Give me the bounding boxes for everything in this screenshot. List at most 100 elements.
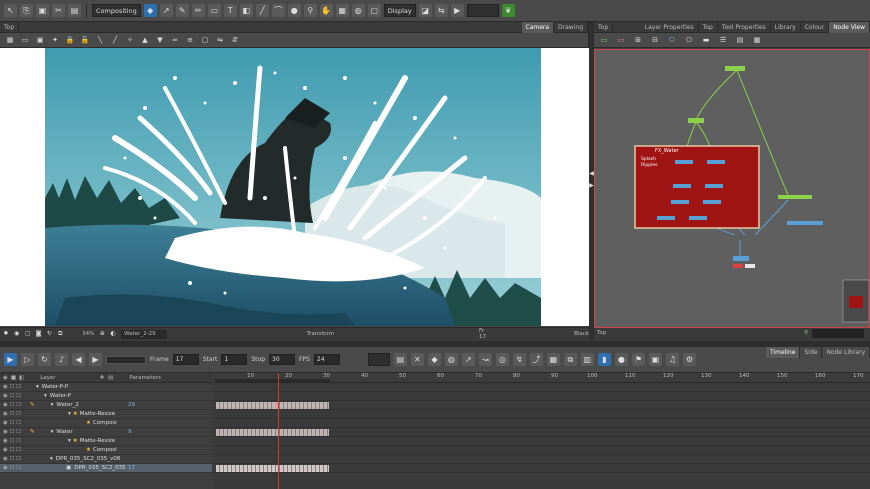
pencil-tool-icon[interactable]: ✏ [191,4,205,17]
tab-layer-properties[interactable]: Layer Properties [641,21,699,33]
add-layer-icon[interactable]: ▤ [393,353,407,366]
tab-top[interactable]: Top [699,21,718,33]
color-swatch-select[interactable] [466,4,499,17]
layer-toggle-icons[interactable]: ◉ ☐ ☐ [0,384,28,390]
collapse-arrow-icon[interactable]: ▾ [68,438,71,444]
layer-toggle-icons[interactable]: ◉ ☐ ☐ [0,411,28,417]
sound-icon[interactable]: ♪ [55,353,68,366]
text-tool-icon[interactable]: T [223,4,237,17]
select-tool-icon[interactable]: ◆ [143,4,157,17]
tab-node-library[interactable]: Node Library [822,347,870,358]
frame-row[interactable] [215,410,870,419]
layer-value[interactable]: 17 [128,465,135,471]
node-item[interactable] [671,200,689,204]
layer-row[interactable]: ◉ ☐ ☐ ✎ ▾ Water 9 [0,428,212,437]
add-drawing-layer-icon[interactable]: ✚ [100,375,105,381]
marker-icon[interactable]: ● [614,353,628,366]
pen-icon[interactable]: ╲ [95,35,105,45]
timeline-frames[interactable]: 10 20 30 40 50 60 70 80 90 100 110 120 1… [215,373,870,489]
layer-row[interactable]: ◉ ☐ ☐ ▾ ★ Matte-Resize [0,437,212,446]
ease-out-icon[interactable]: ↯ [512,353,526,366]
peg-node[interactable] [725,66,745,71]
light-bulb-icon[interactable]: ✹ [3,330,9,338]
node-graph-canvas[interactable]: FX_Water Splash Ripples [594,49,870,328]
solo-header-icon[interactable]: ◧ [19,375,24,381]
collapse-arrow-icon[interactable]: ▾ [44,393,47,399]
onion-icon[interactable]: ◍ [444,353,458,366]
tab-timeline[interactable]: Timeline [765,347,801,358]
onion-skin-icon[interactable]: ◍ [351,4,365,17]
layer-row[interactable]: ◉ ☐ ☐ ★ Composi [0,419,212,428]
layer-value[interactable]: 9 [128,429,132,435]
display-node[interactable] [733,264,743,268]
audio-icon[interactable]: ♫ [665,353,679,366]
camera-icon[interactable]: ◙ [36,330,42,338]
align-icon[interactable]: ═ [170,35,180,45]
node-item[interactable] [689,216,707,220]
visibility-header-icon[interactable]: ◉ [3,375,8,381]
paint-bucket-icon[interactable]: ◧ [239,4,253,17]
flip-icon[interactable]: ⇆ [434,4,448,17]
pin-icon[interactable]: ✦ [50,35,60,45]
exposure-block[interactable] [216,402,329,409]
line-tool-icon[interactable]: ╱ [255,4,269,17]
node-item[interactable] [657,216,675,220]
color-wheel-icon[interactable]: ◐ [110,330,116,338]
fps-input[interactable] [313,354,340,365]
prev-frame-icon[interactable]: ◀ [72,353,85,366]
collapse-arrow-icon[interactable]: ▾ [68,411,71,417]
brush-tool-icon[interactable]: ✎ [175,4,189,17]
splash-artwork[interactable] [45,48,541,326]
copy-icon[interactable]: ⎘ [20,4,33,17]
layer-filter-select[interactable] [367,353,390,366]
frame-row[interactable] [215,428,870,437]
workspace-select[interactable]: Compositing [92,4,141,17]
flip-h-icon[interactable]: ⇋ [215,35,225,45]
ease-icon[interactable]: ↝ [478,353,492,366]
tab-tool-properties[interactable]: Tool Properties [718,21,771,33]
flip-v-icon[interactable]: ⇵ [230,35,240,45]
display-select[interactable]: Display [383,4,416,17]
distribute-icon[interactable]: ≡ [185,35,195,45]
collapse-arrow-icon[interactable]: ▾ [51,429,54,435]
frame-row[interactable] [215,383,870,392]
frame-row[interactable] [215,464,870,473]
loop-icon[interactable]: ↻ [38,353,51,366]
tab-side[interactable]: Side [800,347,823,358]
layer-down-icon[interactable]: ▼ [155,35,165,45]
next-frame-icon[interactable]: ▶ [89,353,102,366]
exposure-icon[interactable]: ▮ [597,353,611,366]
mirror-icon[interactable]: ⧉ [57,330,63,338]
layer-row[interactable]: ◉ ☐ ☐ ▾ DPR_035_SC2_035_v08 [0,455,212,464]
transform-tool-icon[interactable]: ↗ [159,4,173,17]
layout-icon[interactable]: ☰ [718,35,728,45]
hand-icon[interactable]: ✋ [319,4,333,17]
frame-row[interactable] [215,437,870,446]
layer-up-icon[interactable]: ▲ [140,35,150,45]
keyframe-icon[interactable]: ◆ [427,353,441,366]
node-item[interactable] [703,200,721,204]
eraser-tool-icon[interactable]: ▭ [207,4,221,17]
safe-area-icon[interactable]: ▣ [35,35,45,45]
camera-node-icon[interactable]: ▬ [701,35,711,45]
layer-row[interactable]: ◉ ☐ ☐ ✎ ▾ Water_2 29 [0,401,212,410]
frame-icon[interactable]: ▢ [25,330,31,338]
lock-icon[interactable]: 🔒 [65,35,75,45]
parent-icon[interactable]: ⤴ [529,353,543,366]
clone-icon[interactable]: ⧉ [563,353,577,366]
arrow-icon[interactable]: ↖ [4,4,17,17]
scene-icon[interactable]: ▣ [648,353,662,366]
search-icon[interactable]: ⚲ [804,330,808,336]
stop-motion-icon[interactable]: ◎ [495,353,509,366]
unlock-icon[interactable]: 🔓 [80,35,90,45]
node-search-input[interactable] [812,329,864,338]
camera-mask-icon[interactable]: ▭ [20,35,30,45]
flag-icon[interactable]: ⚑ [631,353,645,366]
layer-row[interactable]: ◉ ☐ ☐ ▾ Water-P [0,392,212,401]
layer-options-icon[interactable]: ▤ [108,375,113,381]
zoom-level[interactable]: 34% [82,331,94,337]
start-input[interactable] [221,354,248,365]
filter-icon[interactable]: ▤ [735,35,745,45]
peg-node-icon[interactable]: ▭ [616,35,626,45]
frame-row[interactable] [215,455,870,464]
